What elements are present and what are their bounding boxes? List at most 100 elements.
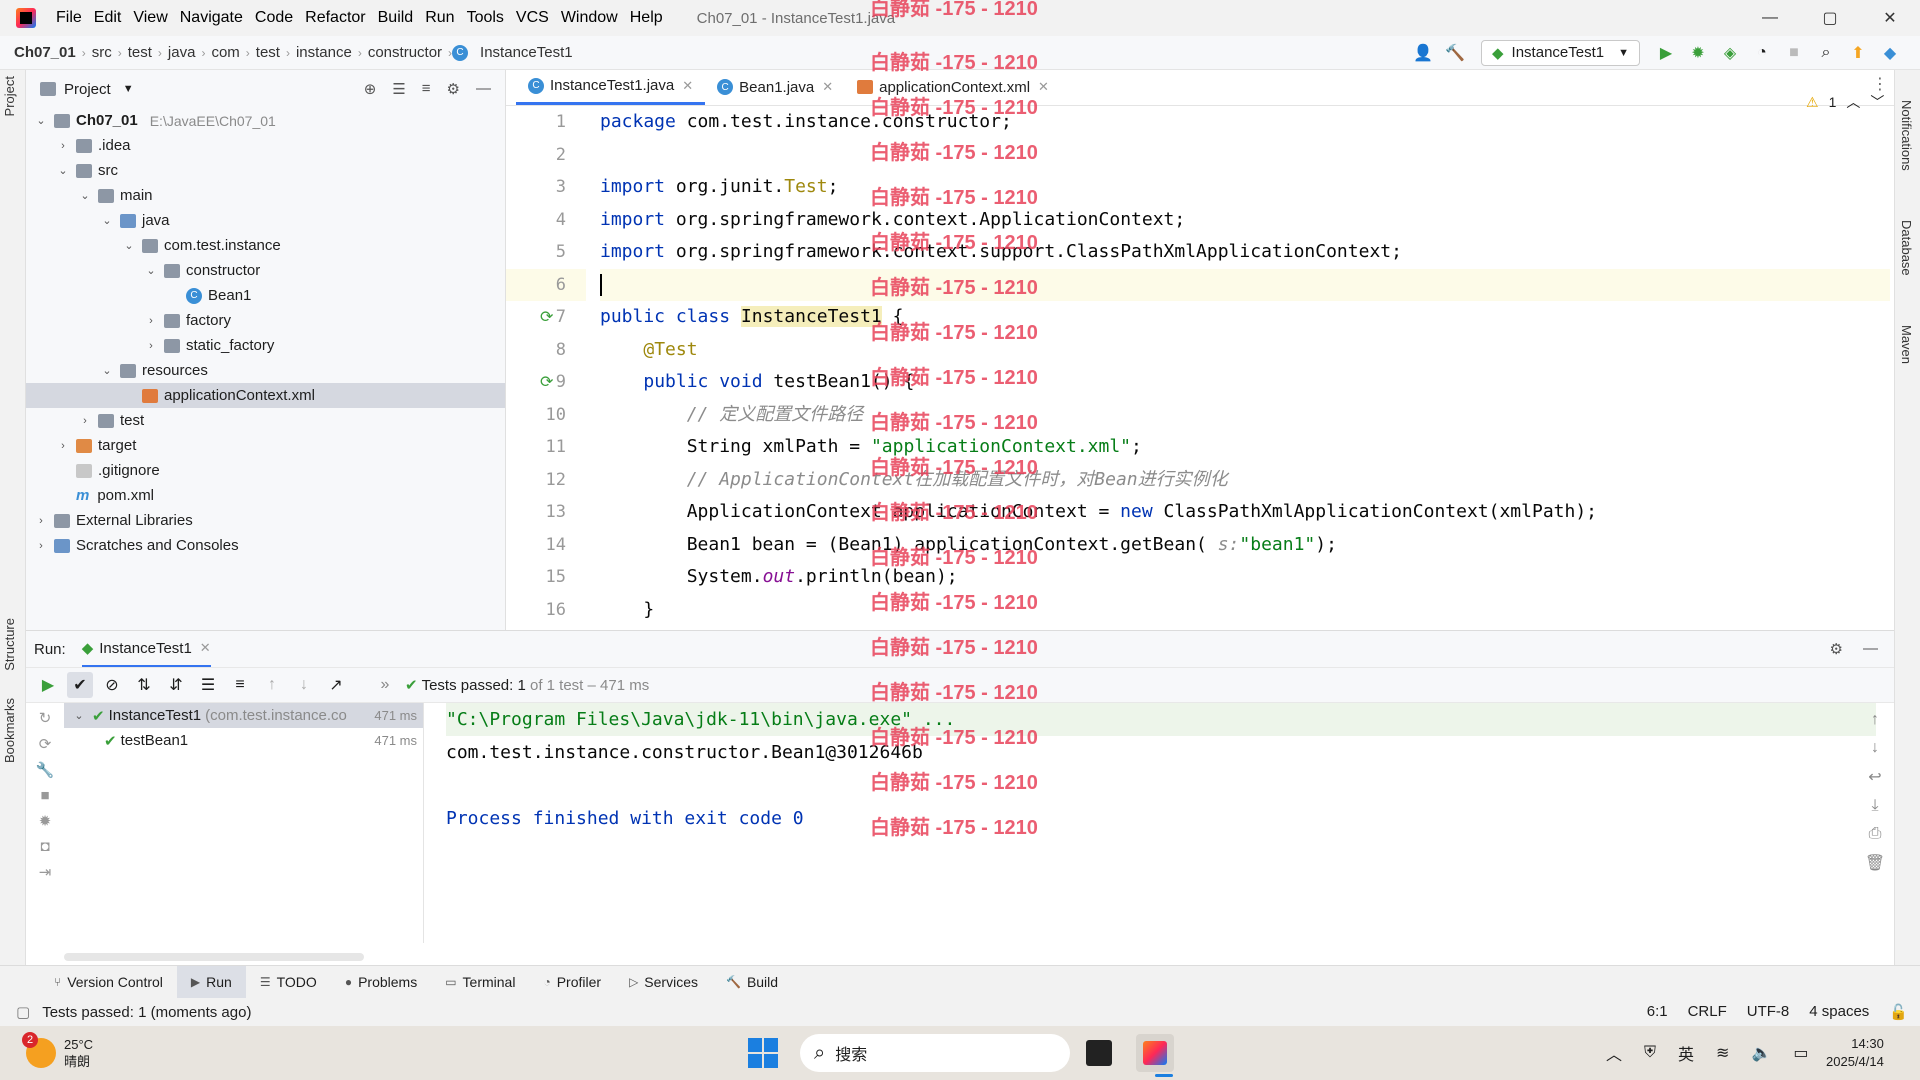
status-message[interactable]: Tests passed: 1 (moments ago) [42,1004,251,1021]
menu-file[interactable]: File [50,9,88,27]
stop-icon[interactable]: ■ [1781,40,1807,66]
sort-duration-icon[interactable]: ⇵ [163,672,189,698]
arrow-up-icon[interactable]: ↑ [1871,711,1879,729]
build-hammer-icon[interactable]: 🔨 [1442,40,1468,66]
maximize-button[interactable]: ▢ [1800,0,1860,36]
horizontal-scrollbar[interactable] [64,953,364,961]
minimize-button[interactable]: — [1740,0,1800,36]
expanded-arrow-icon[interactable]: ⌄ [122,239,136,252]
collapse-all-icon[interactable]: ≡ [227,672,253,698]
breadcrumb-item[interactable]: java [162,44,202,61]
menu-navigate[interactable]: Navigate [174,9,249,27]
run-gutter-icon[interactable]: ⟳ [540,372,553,392]
expanded-arrow-icon[interactable]: ⌄ [100,364,114,377]
collapsed-arrow-icon[interactable]: › [78,415,92,427]
line-separator[interactable]: CRLF [1688,1003,1727,1021]
test-result-row[interactable]: ⌄ ✔ InstanceTest1 (com.test.instance.co 471 … [64,703,423,728]
run-tab[interactable]: ◆ InstanceTest1 ✕ [81,631,211,667]
tree-item[interactable]: ⌄ main [26,183,505,208]
more-icon[interactable]: » [372,672,398,698]
tree-item[interactable]: ⌄ src [26,158,505,183]
notifications-tool-button[interactable]: Notifications [1899,100,1914,171]
hide-panel-icon[interactable]: — [1863,640,1878,658]
expanded-arrow-icon[interactable]: ⌄ [144,264,158,277]
locate-icon[interactable]: ⊕ [364,80,377,98]
soft-wrap-icon[interactable]: ↩ [1868,767,1881,787]
menu-help[interactable]: Help [624,9,669,27]
breadcrumb-item[interactable]: test [122,44,158,61]
trash-icon[interactable]: 🗑 [1865,853,1885,873]
tree-item[interactable]: › factory [26,308,505,333]
intellij-taskbar-icon[interactable] [1136,1034,1174,1072]
collapsed-arrow-icon[interactable]: › [34,515,48,527]
taskbar-search[interactable]: ⌕ 搜索 [800,1034,1070,1072]
task-view-icon[interactable] [1086,1040,1112,1066]
clock[interactable]: 14:30 2025/4/14 [1826,1035,1884,1071]
menu-window[interactable]: Window [555,9,624,27]
toggle-panel-icon[interactable]: ▢ [16,1003,30,1021]
menu-build[interactable]: Build [372,9,420,27]
bottom-tab-services[interactable]: ▷ Services [615,966,712,999]
expanded-arrow-icon[interactable]: ⌄ [100,214,114,227]
collapsed-arrow-icon[interactable]: › [56,440,70,452]
chevron-down-icon[interactable]: ▼ [123,83,134,95]
export-icon[interactable]: ↗ [323,672,349,698]
tree-item[interactable]: .gitignore [26,458,505,483]
wifi-icon[interactable]: ≋ [1716,1043,1729,1063]
exit-icon[interactable]: ⇥ [39,863,52,881]
bottom-tab-build[interactable]: 🔨 Build [712,966,792,999]
arrow-down-icon[interactable]: ↓ [291,672,317,698]
camera-icon[interactable]: ◘ [40,838,49,855]
structure-tool-button[interactable]: Structure [2,618,17,671]
database-tool-button[interactable]: Database [1899,220,1914,276]
collapse-all-icon[interactable]: ≡ [422,80,431,98]
rerun-failed-icon[interactable]: ↻ [39,709,52,727]
menu-refactor[interactable]: Refactor [299,9,371,27]
battery-icon[interactable]: ▭ [1793,1043,1808,1063]
gear-icon[interactable]: ⚙ [1830,640,1843,658]
coverage-icon[interactable]: ◈ [1717,40,1743,66]
expanded-arrow-icon[interactable]: ⌄ [56,164,70,177]
speaker-icon[interactable]: 🔈 [1751,1043,1771,1063]
maven-tool-button[interactable]: Maven [1899,325,1914,364]
expanded-arrow-icon[interactable]: ⌄ [78,189,92,202]
user-icon[interactable]: 👤 [1410,40,1436,66]
console-output[interactable]: "C:\Program Files\Java\jdk-11\bin\java.e… [446,703,1876,963]
print-icon[interactable]: ⎙ [1869,825,1882,843]
chevron-up-icon[interactable]: ︿ [1606,1041,1622,1065]
expanded-arrow-icon[interactable]: ⌄ [34,114,48,127]
bookmarks-tool-button[interactable]: Bookmarks [2,698,17,763]
code-area[interactable]: package com.test.instance.constructor; im… [600,106,1890,630]
breadcrumb-item[interactable]: InstanceTest1 [474,44,579,61]
arrow-down-icon[interactable]: ↓ [1871,739,1879,757]
chevron-up-icon[interactable]: ︿ [1846,92,1860,112]
breadcrumb-item[interactable]: com [205,44,245,61]
menu-view[interactable]: View [127,9,173,27]
close-tab-icon[interactable]: ✕ [1038,79,1049,95]
run-gutter-icon[interactable]: ⟳ [540,307,553,327]
weather-widget[interactable]: 2 25°C 晴朗 [22,1032,93,1070]
bottom-tab-version-control[interactable]: ⑂ Version Control [40,966,177,999]
menu-code[interactable]: Code [249,9,299,27]
debug-icon[interactable]: ✹ [1685,40,1711,66]
bottom-tab-terminal[interactable]: ▭ Terminal [431,966,529,999]
close-tab-icon[interactable]: ✕ [682,78,693,94]
collapsed-arrow-icon[interactable]: › [56,140,70,152]
bottom-tab-run[interactable]: ▶ Run [176,965,246,999]
close-tab-icon[interactable]: ✕ [822,79,833,95]
search-icon[interactable]: ⌕ [1813,40,1839,66]
sort-alpha-icon[interactable]: ⇅ [131,672,157,698]
gear-icon[interactable]: ⚙ [447,80,460,98]
tree-item[interactable]: › External Libraries [26,508,505,533]
editor-tab[interactable]: C InstanceTest1.java ✕ [516,69,706,105]
tree-item[interactable]: › target [26,433,505,458]
tree-item[interactable]: C Bean1 [26,283,505,308]
show-ignored-icon[interactable]: ⊘ [99,672,125,698]
stop-icon[interactable]: ■ [40,787,49,804]
collapsed-arrow-icon[interactable]: › [34,540,48,552]
run-configuration-select[interactable]: ◆ InstanceTest1 ▼ [1481,39,1640,66]
chevron-down-icon[interactable]: ﹀ [1870,92,1884,112]
menu-vcs[interactable]: VCS [510,9,555,27]
tree-item[interactable]: › .idea [26,133,505,158]
lock-icon[interactable]: 🔓 [1889,1003,1908,1021]
